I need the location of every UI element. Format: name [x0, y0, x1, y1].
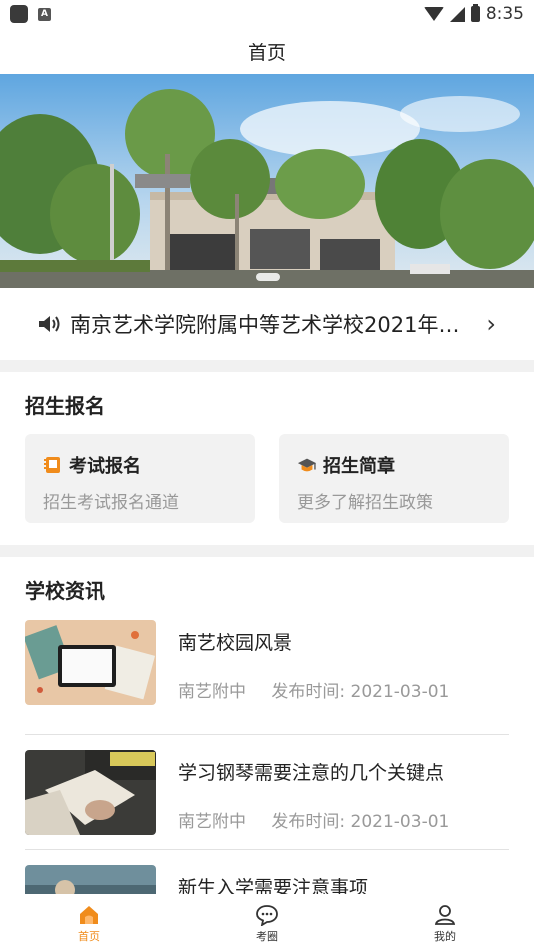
status-bar: A 8:35 — [0, 0, 534, 28]
battery-icon — [470, 4, 480, 22]
exam-registration-label: 考试报名 — [69, 456, 141, 477]
tab-home[interactable]: 首页 — [44, 904, 134, 944]
news-source: 南艺附中 — [178, 812, 246, 832]
news-date: 发布时间: 2021-03-01 — [271, 812, 450, 832]
news-date: 发布时间: 2021-03-01 — [271, 682, 450, 702]
campus-banner[interactable] — [0, 74, 534, 288]
wifi-icon — [423, 7, 444, 21]
tab-circle-label: 考圈 — [256, 930, 278, 943]
news-title: 学校资讯 — [25, 579, 105, 603]
news-thumbnail — [25, 750, 156, 835]
app-notification-icon — [10, 5, 28, 23]
speaker-icon — [39, 316, 60, 332]
exam-registration-card[interactable]: 考试报名 招生考试报名通道 — [25, 434, 255, 523]
enrollment-title: 招生报名 — [25, 394, 105, 418]
graduation-cap-icon — [297, 458, 317, 472]
news-heading: 学习钢琴需要注意的几个关键点 — [178, 762, 445, 784]
news-heading: 南艺校园风景 — [178, 632, 293, 654]
bottom-tab-bar: 首页 考圈 我的 — [0, 894, 534, 950]
tab-mine-label: 我的 — [434, 930, 456, 943]
tab-mine[interactable]: 我的 — [400, 904, 490, 944]
notice-bar[interactable]: 南京艺术学院附属中等艺术学校2021年招生简章 › — [0, 288, 534, 372]
exam-registration-sub: 招生考试报名通道 — [43, 493, 179, 513]
notice-text: 南京艺术学院附属中等艺术学校2021年招生简章 — [70, 313, 468, 337]
document-icon — [44, 457, 60, 473]
page-title: 首页 — [247, 41, 286, 64]
banner-image — [0, 74, 534, 288]
status-time: 8:35 — [485, 4, 524, 24]
news-source: 南艺附中 — [178, 682, 246, 702]
admission-brochure-sub: 更多了解招生政策 — [297, 493, 433, 513]
list-item[interactable]: 学习钢琴需要注意的几个关键点 南艺附中 发布时间: 2021-03-01 — [25, 735, 509, 850]
user-icon — [434, 905, 456, 925]
enrollment-section: 招生报名 考试报名 招生考试报名通道 招生简章 更多了解招生政策 — [0, 372, 534, 545]
news-thumbnail — [25, 620, 156, 705]
keyboard-a-icon: A — [38, 7, 51, 21]
signal-icon — [449, 6, 465, 22]
tab-circle[interactable]: 考圈 — [222, 904, 312, 944]
tab-home-label: 首页 — [78, 930, 100, 943]
admission-brochure-label: 招生简章 — [323, 456, 395, 477]
home-icon — [80, 906, 98, 924]
list-item[interactable]: 南艺校园风景 南艺附中 发布时间: 2021-03-01 — [25, 620, 509, 735]
carousel-indicator[interactable] — [256, 273, 280, 281]
chat-icon — [256, 905, 278, 926]
chevron-right-icon[interactable]: › — [486, 310, 496, 338]
section-divider — [0, 545, 534, 557]
admission-brochure-card[interactable]: 招生简章 更多了解招生政策 — [279, 434, 509, 523]
